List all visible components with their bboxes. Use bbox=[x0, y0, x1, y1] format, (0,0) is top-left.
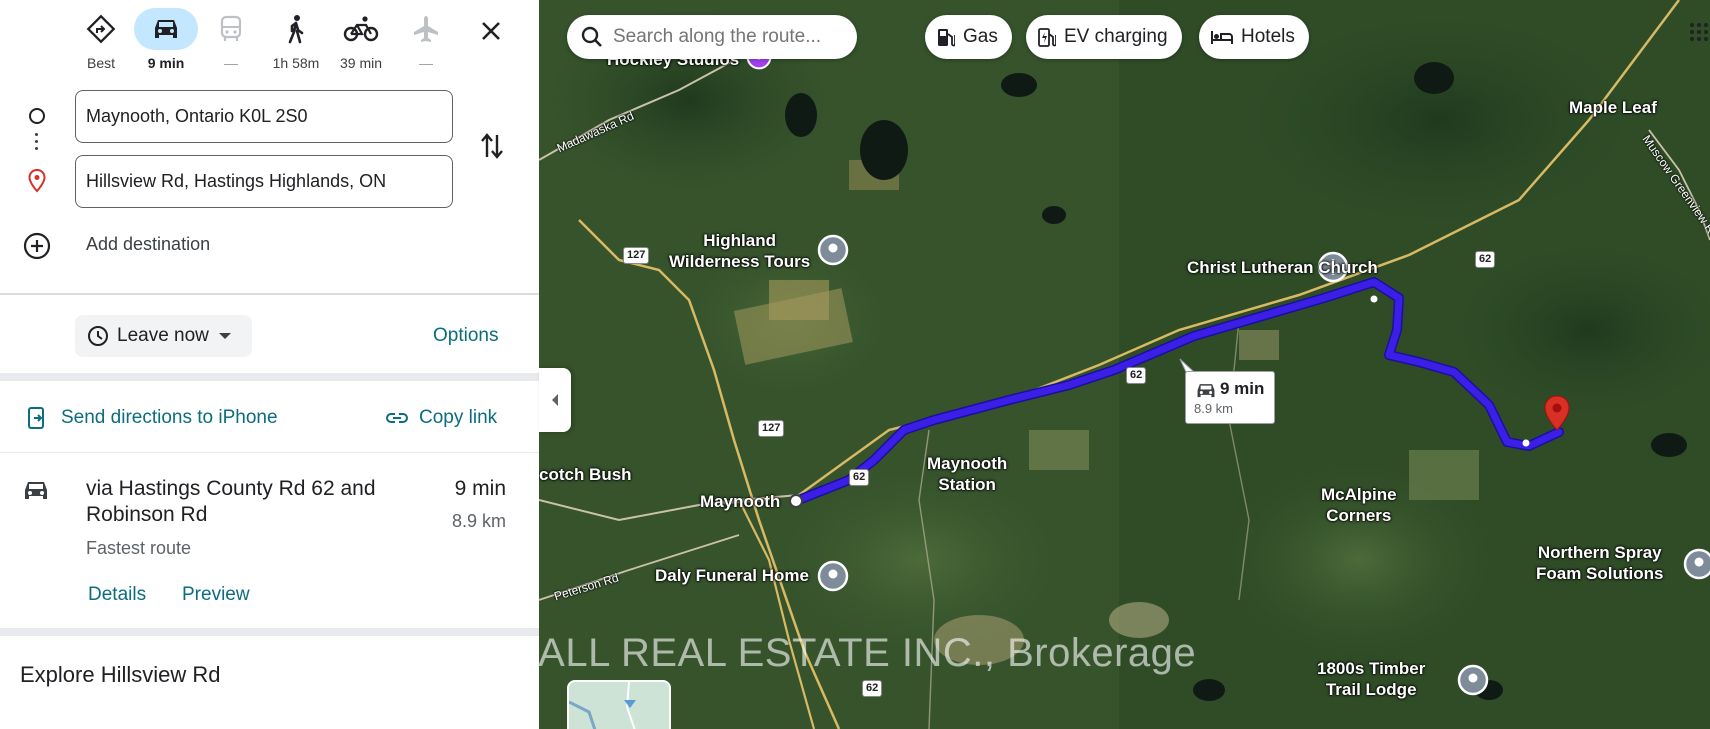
place-label: Highland Wilderness Tours bbox=[669, 231, 811, 271]
close-icon bbox=[482, 22, 500, 40]
poi-marker-icon[interactable] bbox=[1683, 548, 1710, 580]
poi-marker-icon[interactable] bbox=[1457, 664, 1489, 696]
route-distance: 8.9 km bbox=[451, 511, 506, 531]
chip-hotels-label: Hotels bbox=[1241, 26, 1295, 47]
place-label: Maynooth bbox=[700, 492, 781, 511]
mode-flights-label: — bbox=[419, 55, 433, 71]
preview-button[interactable]: Preview bbox=[182, 584, 250, 606]
poi-marker-icon[interactable] bbox=[817, 560, 849, 592]
route-shield: 127 bbox=[758, 420, 785, 437]
place-label: Daly Funeral Home bbox=[655, 566, 809, 585]
route-search-bar[interactable] bbox=[567, 15, 857, 59]
mode-transit[interactable]: — bbox=[196, 8, 266, 74]
divider bbox=[0, 293, 539, 295]
place-label: cotch Bush bbox=[539, 465, 632, 484]
car-icon bbox=[155, 20, 177, 38]
route-shield: 62 bbox=[862, 680, 883, 697]
destination-input[interactable] bbox=[75, 155, 453, 208]
collapse-panel-button[interactable] bbox=[539, 368, 571, 432]
place-label: Christ Lutheran Church bbox=[1187, 258, 1378, 277]
origin-input[interactable] bbox=[75, 90, 453, 143]
mode-cycling[interactable]: 39 min bbox=[326, 8, 396, 74]
mode-best[interactable]: Best bbox=[66, 8, 136, 74]
map-thumbnail-icon bbox=[569, 682, 636, 729]
mode-best-label: Best bbox=[86, 55, 115, 71]
layers-thumbnail[interactable] bbox=[567, 680, 671, 729]
route-shield: 62 bbox=[1475, 251, 1496, 268]
directions-panel: Best 9 min — 1h 58m 39 min — Maynooth, O… bbox=[0, 0, 539, 729]
poi-marker-icon[interactable] bbox=[817, 234, 849, 266]
bed-icon bbox=[1211, 31, 1233, 44]
place-label: Maynooth Station bbox=[927, 454, 1008, 494]
airplane-icon bbox=[414, 16, 438, 42]
travel-mode-bar: Best 9 min — 1h 58m 39 min — bbox=[0, 0, 539, 80]
caret-down-icon bbox=[218, 333, 231, 339]
swap-arrows-icon bbox=[481, 133, 503, 159]
send-directions-button[interactable]: Send directions to iPhone bbox=[61, 407, 278, 429]
place-label: McAlpine Corners bbox=[1321, 485, 1397, 525]
add-circle-icon[interactable] bbox=[22, 231, 52, 261]
close-directions-button[interactable] bbox=[470, 10, 512, 52]
details-button[interactable]: Details bbox=[88, 584, 146, 606]
callout-distance: 8.9 km bbox=[1194, 401, 1234, 416]
mode-walking[interactable]: 1h 58m bbox=[261, 8, 331, 74]
divider bbox=[0, 373, 539, 381]
route-time: 9 min bbox=[454, 477, 506, 500]
send-to-phone-icon bbox=[28, 407, 44, 429]
chip-ev-label: EV charging bbox=[1064, 26, 1168, 47]
mode-driving[interactable]: 9 min bbox=[131, 8, 201, 74]
add-destination-button[interactable]: Add destination bbox=[86, 234, 210, 255]
route-shield: 62 bbox=[1126, 367, 1147, 384]
map-canvas[interactable]: Hockley Studios Highland Wilderness Tour… bbox=[539, 0, 1710, 729]
chip-ev-charging[interactable]: EV charging bbox=[1026, 15, 1182, 59]
mode-flights[interactable]: — bbox=[391, 8, 461, 74]
leave-now-dropdown[interactable]: Leave now bbox=[75, 315, 252, 357]
mode-driving-label: 9 min bbox=[147, 55, 185, 71]
route-time-callout[interactable]: 9 min 8.9 km bbox=[1185, 371, 1275, 424]
route-subtitle: Fastest route bbox=[86, 538, 192, 558]
waypoint-dots-icon bbox=[35, 133, 39, 154]
car-icon bbox=[1197, 384, 1215, 398]
satellite-imagery bbox=[539, 0, 1710, 729]
swap-directions-button[interactable] bbox=[475, 128, 509, 164]
callout-time: 9 min bbox=[1220, 379, 1265, 398]
copy-link-button[interactable]: Copy link bbox=[419, 407, 497, 429]
chevron-left-icon bbox=[552, 394, 558, 406]
route-shield: 127 bbox=[623, 247, 650, 264]
bicycle-icon bbox=[343, 16, 379, 42]
car-icon bbox=[25, 482, 47, 499]
mode-cycling-label: 39 min bbox=[339, 55, 383, 71]
chip-gas-label: Gas bbox=[963, 26, 998, 47]
bus-icon bbox=[220, 15, 242, 41]
origin-circle-icon bbox=[24, 103, 50, 129]
ev-charging-icon bbox=[1038, 28, 1056, 47]
route-title: via Hastings County Rd 62 and Robinson R… bbox=[86, 477, 376, 526]
clock-icon bbox=[88, 326, 108, 346]
route-shield: 62 bbox=[849, 469, 870, 486]
mode-walking-label: 1h 58m bbox=[272, 55, 320, 71]
options-button[interactable]: Options bbox=[433, 325, 498, 347]
place-label: Maple Leaf bbox=[1569, 98, 1657, 117]
route-search-input[interactable] bbox=[613, 26, 838, 48]
place-label: 1800s Timber Trail Lodge bbox=[1317, 659, 1426, 699]
explore-heading: Explore Hillsview Rd bbox=[20, 662, 221, 687]
diamond-directions-icon bbox=[86, 14, 116, 44]
link-icon bbox=[386, 413, 408, 423]
apps-grid-icon[interactable] bbox=[1688, 20, 1710, 44]
destination-pin-icon bbox=[24, 168, 50, 194]
leave-now-label: Leave now bbox=[117, 325, 209, 346]
divider bbox=[0, 452, 539, 453]
chip-gas[interactable]: Gas bbox=[925, 15, 1012, 59]
mode-transit-label: — bbox=[224, 55, 238, 71]
search-icon bbox=[581, 26, 602, 47]
place-label: Northern Spray Foam Solutions bbox=[1536, 543, 1664, 583]
divider bbox=[0, 628, 539, 636]
walking-icon bbox=[288, 15, 304, 44]
gas-station-icon bbox=[938, 29, 955, 47]
chip-hotels[interactable]: Hotels bbox=[1199, 15, 1309, 59]
destination-marker-icon[interactable] bbox=[1543, 395, 1571, 431]
watermark: BALL REAL ESTATE INC., Brokerage bbox=[539, 631, 1197, 675]
